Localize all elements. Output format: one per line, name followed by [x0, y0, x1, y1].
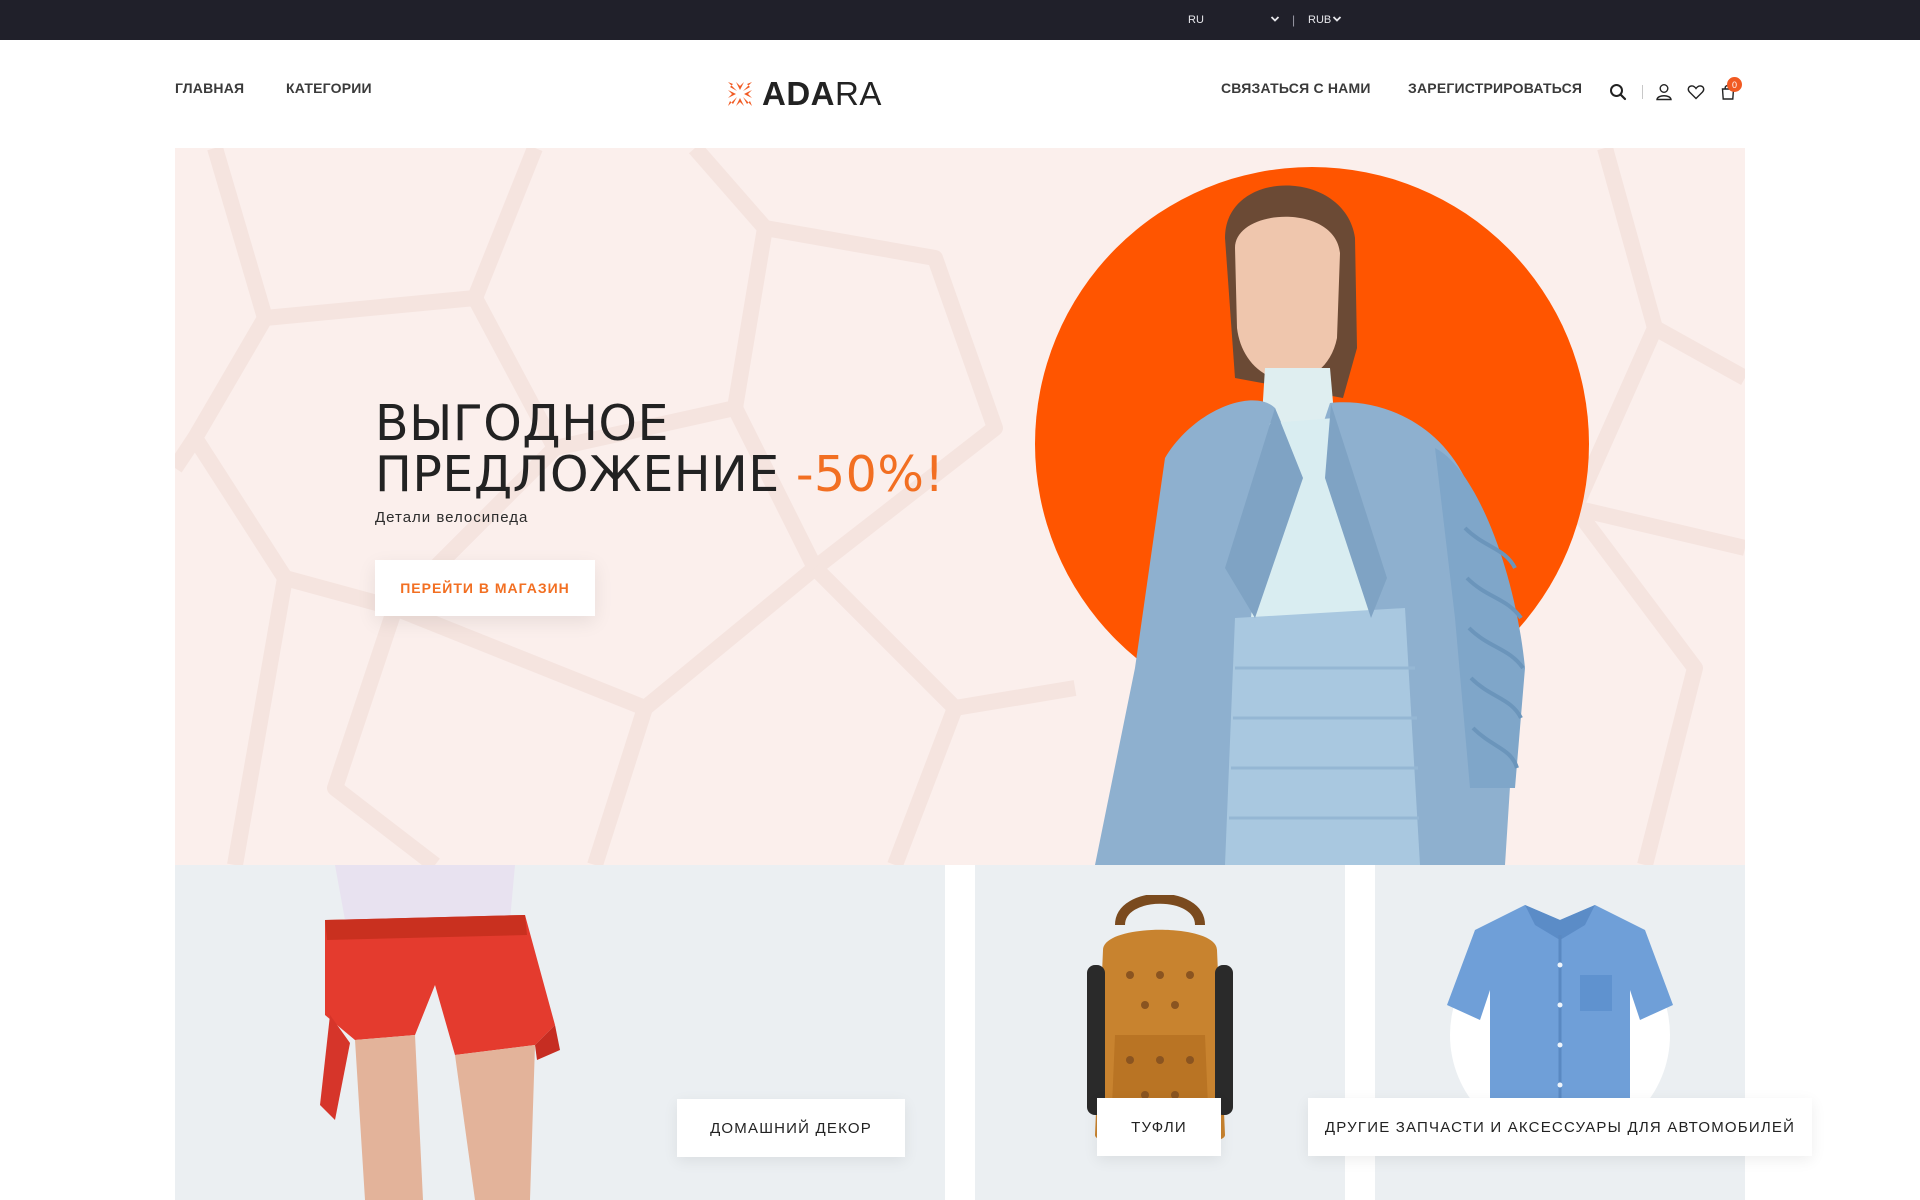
shop-now-button[interactable]: ПЕРЕЙТИ В МАГАЗИН — [375, 560, 595, 616]
currency-select[interactable]: RUB — [1308, 0, 1348, 40]
top-bar: RU | RUB — [0, 0, 1920, 40]
category-label-shoes[interactable]: ТУФЛИ — [1097, 1098, 1221, 1156]
nav-home[interactable]: ГЛАВНАЯ — [175, 80, 244, 96]
currency-value: RUB — [1308, 14, 1332, 26]
site-logo[interactable]: ADARA — [722, 74, 882, 114]
logo-wordmark: ADARA — [762, 75, 882, 112]
topbar-divider: | — [1292, 13, 1296, 27]
hero-subtitle: Детали велосипеда — [375, 509, 529, 526]
chevron-down-icon — [1270, 16, 1280, 22]
shorts-product-image — [320, 865, 560, 1200]
site-header: ГЛАВНАЯ КАТЕГОРИИ ADARA СВЯЗАТЬСЯ С НАМИ… — [0, 40, 1920, 148]
language-select[interactable]: RU — [1188, 0, 1284, 40]
user-icon[interactable] — [1655, 83, 1673, 101]
category-label-home-decor[interactable]: ДОМАШНИЙ ДЕКОР — [677, 1099, 905, 1157]
header-divider — [1642, 85, 1643, 99]
category-label-auto-parts[interactable]: ДРУГИЕ ЗАПЧАСТИ И АКСЕССУАРЫ ДЛЯ АВТОМОБ… — [1308, 1098, 1812, 1156]
category-tile-shoes[interactable]: ТУФЛИ — [975, 865, 1345, 1200]
logo-mark-icon — [728, 82, 752, 106]
hero-banner: ВЫГОДНОЕ ПРЕДЛОЖЕНИЕ -50%! Детали велоси… — [175, 148, 1745, 865]
nav-register[interactable]: ЗАРЕГИСТРИРОВАТЬСЯ — [1408, 80, 1582, 96]
cart-count-badge: 0 — [1727, 77, 1742, 92]
chevron-down-icon — [1332, 16, 1342, 22]
hero-model-image — [1095, 185, 1525, 865]
hero-title: ВЫГОДНОЕ ПРЕДЛОЖЕНИЕ -50%! — [375, 398, 945, 500]
heart-icon[interactable] — [1687, 83, 1705, 101]
language-value: RU — [1188, 14, 1204, 26]
hero-title-line1: ВЫГОДНОЕ — [375, 395, 669, 452]
hero-title-line2: ПРЕДЛОЖЕНИЕ — [375, 446, 780, 503]
search-icon[interactable] — [1609, 83, 1627, 101]
nav-contact[interactable]: СВЯЗАТЬСЯ С НАМИ — [1221, 80, 1371, 96]
hero-title-discount: -50%! — [795, 446, 945, 503]
nav-categories[interactable]: КАТЕГОРИИ — [286, 80, 372, 96]
category-tile-home-decor[interactable]: ДОМАШНИЙ ДЕКОР — [175, 865, 945, 1200]
